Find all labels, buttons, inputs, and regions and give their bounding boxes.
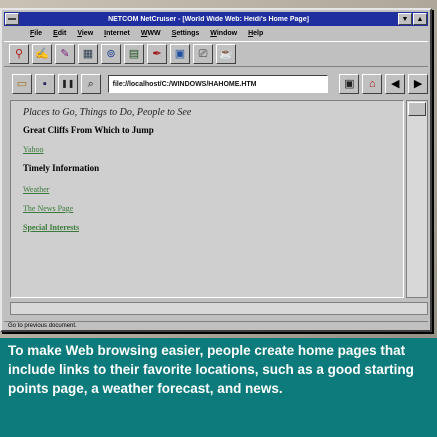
- pin-icon[interactable]: ⚲: [9, 44, 29, 64]
- pencil-icon[interactable]: ✎: [55, 44, 75, 64]
- pen-icon[interactable]: ✒: [147, 44, 167, 64]
- menu-bar: File Edit View Internet WWW Settings Win…: [4, 27, 428, 40]
- picture-icon[interactable]: ▣: [170, 44, 190, 64]
- menu-settings[interactable]: Settings: [172, 30, 200, 37]
- home-icon[interactable]: ⌂: [362, 74, 383, 94]
- monitor-icon[interactable]: ⎚: [193, 44, 213, 64]
- vertical-scrollbar[interactable]: [406, 100, 428, 298]
- menu-www[interactable]: WWW: [141, 30, 161, 37]
- system-menu-icon: [8, 18, 16, 20]
- forward-icon[interactable]: ▶: [408, 74, 429, 94]
- main-toolbar: ⚲ ✍ ✎ ▦ ⊚ ▤ ✒ ▣ ⎚ ☕: [4, 41, 428, 67]
- section-heading-timely: Timely Information: [23, 163, 100, 173]
- caption-text: To make Web browsing easier, people crea…: [0, 338, 437, 437]
- menu-view[interactable]: View: [77, 30, 93, 37]
- window-title: NETCOM NetCruiser - [World Wide Web: Hei…: [108, 15, 309, 23]
- dial-icon[interactable]: ⊚: [101, 44, 121, 64]
- link-yahoo[interactable]: Yahoo: [23, 145, 44, 154]
- section-heading-cliffs: Great Cliffs From Which to Jump: [23, 125, 154, 135]
- page-content: Places to Go, Things to Do, People to Se…: [10, 100, 404, 298]
- title-bar: NETCOM NetCruiser - [World Wide Web: Hei…: [4, 12, 428, 26]
- page-heading: Places to Go, Things to Do, People to Se…: [23, 107, 192, 118]
- menu-edit[interactable]: Edit: [53, 30, 66, 37]
- url-field[interactable]: file://localhost/C:/WINDOWS/HAHOME.HTM: [107, 75, 329, 93]
- maximize-button[interactable]: ▲: [413, 13, 427, 25]
- minimize-button[interactable]: ▼: [398, 13, 412, 25]
- system-menu-button[interactable]: [5, 13, 19, 25]
- find-icon[interactable]: ⌕: [80, 74, 101, 94]
- menu-window[interactable]: Window: [210, 30, 237, 37]
- menu-internet[interactable]: Internet: [104, 30, 130, 37]
- link-weather[interactable]: Weather: [23, 185, 49, 194]
- link-special-interests[interactable]: Special Interests: [23, 223, 79, 232]
- scroll-thumb[interactable]: [408, 102, 426, 116]
- pause-icon[interactable]: ❚❚: [57, 74, 78, 94]
- back-icon[interactable]: ◀: [385, 74, 406, 94]
- navigation-toolbar: ▭ ▪ ❚❚ ⌕ file://localhost/C:/WINDOWS/HAH…: [4, 70, 429, 98]
- grid-icon[interactable]: ▦: [78, 44, 98, 64]
- link-news-page[interactable]: The News Page: [23, 204, 73, 213]
- sheet-icon[interactable]: ▤: [124, 44, 144, 64]
- teapot-icon[interactable]: ☕: [216, 44, 236, 64]
- menu-file[interactable]: File: [30, 30, 42, 37]
- wand-icon[interactable]: ✍: [32, 44, 52, 64]
- save-icon[interactable]: ▪: [34, 74, 55, 94]
- status-bar: Go to previous document.: [4, 321, 428, 330]
- browser-window: NETCOM NetCruiser - [World Wide Web: Hei…: [0, 8, 432, 332]
- open-folder-icon[interactable]: ▭: [12, 74, 32, 94]
- horizontal-scrollbar[interactable]: [10, 302, 428, 315]
- menu-help[interactable]: Help: [248, 30, 263, 37]
- stop-icon[interactable]: ▣: [339, 74, 360, 94]
